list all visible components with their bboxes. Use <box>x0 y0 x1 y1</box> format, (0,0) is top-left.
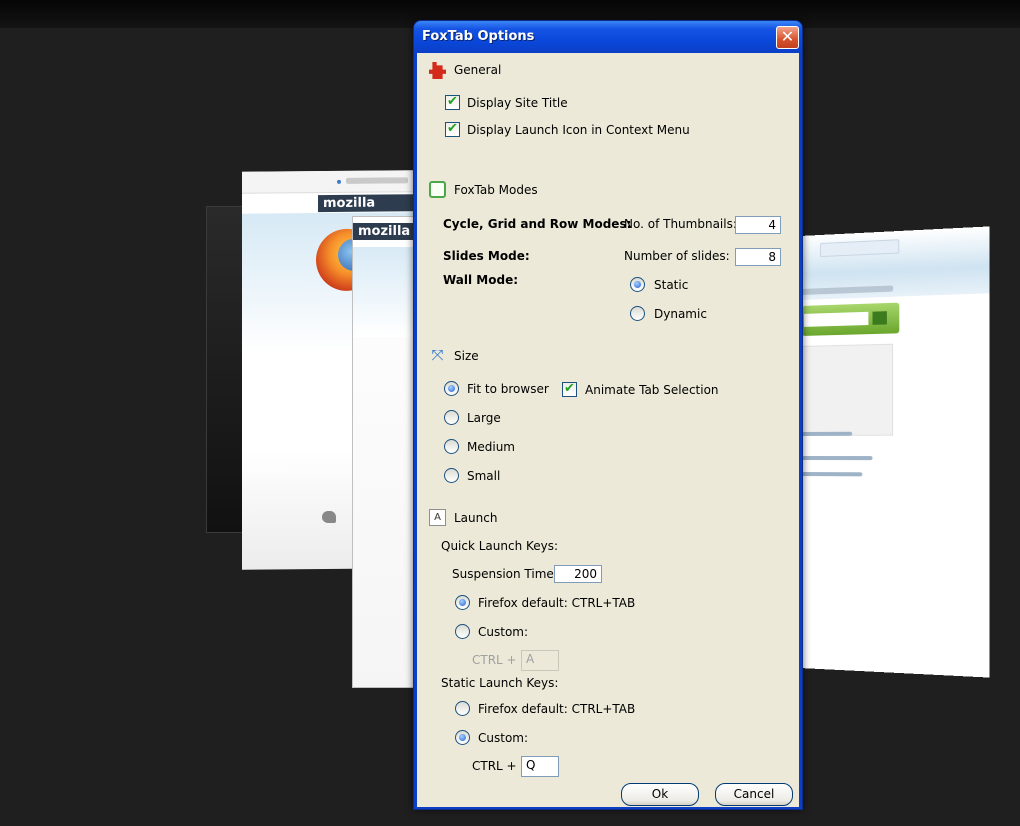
thumbnail-search-box <box>801 302 900 336</box>
dialog-client-area: General Display Site Title Display Launc… <box>417 53 799 807</box>
quick-custom-label: Custom: <box>478 625 529 639</box>
static-launch-keys-label: Static Launch Keys: <box>441 676 559 690</box>
animate-tab-selection-label: Animate Tab Selection <box>585 383 719 397</box>
suspension-time-input[interactable]: 200 <box>554 565 602 583</box>
suspension-time-label: Suspension Time: <box>452 567 558 581</box>
static-default-label: Firefox default: CTRL+TAB <box>478 702 636 716</box>
thumbnail-sky <box>353 247 415 337</box>
cancel-button[interactable]: Cancel <box>715 783 793 806</box>
size-small-label: Small <box>467 469 501 483</box>
quick-default-label: Firefox default: CTRL+TAB <box>478 596 636 610</box>
resize-icon: ⤧ <box>431 346 444 364</box>
cycle-grid-row-label: Cycle, Grid and Row Modes: <box>443 217 632 231</box>
thumbnails-count-label: No. of Thumbnails: <box>624 217 737 231</box>
thumbnails-count-input[interactable]: 4 <box>735 216 781 234</box>
mozilla-logo-label: mozilla <box>318 194 416 213</box>
wall-static-label: Static <box>654 278 689 292</box>
ok-button[interactable]: Ok <box>621 783 699 806</box>
quick-ctrl-label: CTRL + <box>472 653 517 667</box>
dialog-title: FoxTab Options <box>422 29 535 44</box>
section-size-label: Size <box>454 349 479 363</box>
static-default-radio[interactable] <box>455 701 470 716</box>
size-fit-to-browser-label: Fit to browser <box>467 382 549 396</box>
slides-mode-label: Slides Mode: <box>443 249 530 263</box>
size-medium-label: Medium <box>467 440 515 454</box>
size-large-label: Large <box>467 411 501 425</box>
dialog-titlebar[interactable]: FoxTab Options ✕ <box>414 21 802 53</box>
quick-launch-keys-label: Quick Launch Keys: <box>441 539 559 553</box>
feedback-icon <box>322 510 336 524</box>
launch-key-icon: A <box>429 509 446 526</box>
puzzle-icon <box>429 62 446 79</box>
animate-tab-selection-checkbox[interactable] <box>562 381 577 397</box>
thumbnail-text-line <box>801 431 853 436</box>
wall-dynamic-radio[interactable] <box>630 306 645 321</box>
tiny-text-line <box>346 177 408 184</box>
size-small-radio[interactable] <box>444 468 459 483</box>
thumbnail-text-line <box>801 456 873 461</box>
section-general-label: General <box>454 63 502 77</box>
static-custom-label: Custom: <box>478 731 529 745</box>
size-large-radio[interactable] <box>444 410 459 425</box>
slides-count-input[interactable]: 8 <box>735 248 781 266</box>
display-launch-icon-checkbox[interactable] <box>445 121 460 137</box>
mozilla-logo-label: mozilla <box>353 223 415 240</box>
quick-default-radio[interactable] <box>455 595 470 610</box>
section-launch-label: Launch <box>454 511 498 525</box>
thumbnail-mozilla-2[interactable]: mozilla <box>352 216 416 688</box>
quick-custom-radio[interactable] <box>455 624 470 639</box>
quick-key-input[interactable]: A <box>521 650 559 671</box>
foxtab-options-dialog: FoxTab Options ✕ General Display Site Ti… <box>413 20 803 810</box>
wall-mode-label: Wall Mode: <box>443 273 519 287</box>
bullet-icon <box>337 179 341 184</box>
thumbnail-panel <box>801 343 894 436</box>
slides-count-label: Number of slides: <box>624 249 730 263</box>
thumbnail-addons-page[interactable] <box>800 226 990 678</box>
display-launch-icon-label: Display Launch Icon in Context Menu <box>467 123 690 137</box>
section-modes-label: FoxTab Modes <box>454 183 538 197</box>
display-site-title-label: Display Site Title <box>467 96 568 110</box>
thumbnail-text-line <box>801 472 863 477</box>
display-site-title-checkbox[interactable] <box>445 94 460 110</box>
wall-static-radio[interactable] <box>630 277 645 292</box>
thumbnail-address-bar <box>242 170 417 194</box>
size-medium-radio[interactable] <box>444 439 459 454</box>
size-fit-to-browser-radio[interactable] <box>444 381 459 396</box>
thumbnail-go-icon <box>872 311 887 325</box>
static-key-input[interactable]: Q <box>521 756 559 777</box>
close-button[interactable]: ✕ <box>776 26 799 49</box>
wall-dynamic-label: Dynamic <box>654 307 707 321</box>
static-ctrl-label: CTRL + <box>472 759 517 773</box>
thumbnail-search-field <box>803 311 869 327</box>
modes-icon <box>429 181 446 198</box>
static-custom-radio[interactable] <box>455 730 470 745</box>
